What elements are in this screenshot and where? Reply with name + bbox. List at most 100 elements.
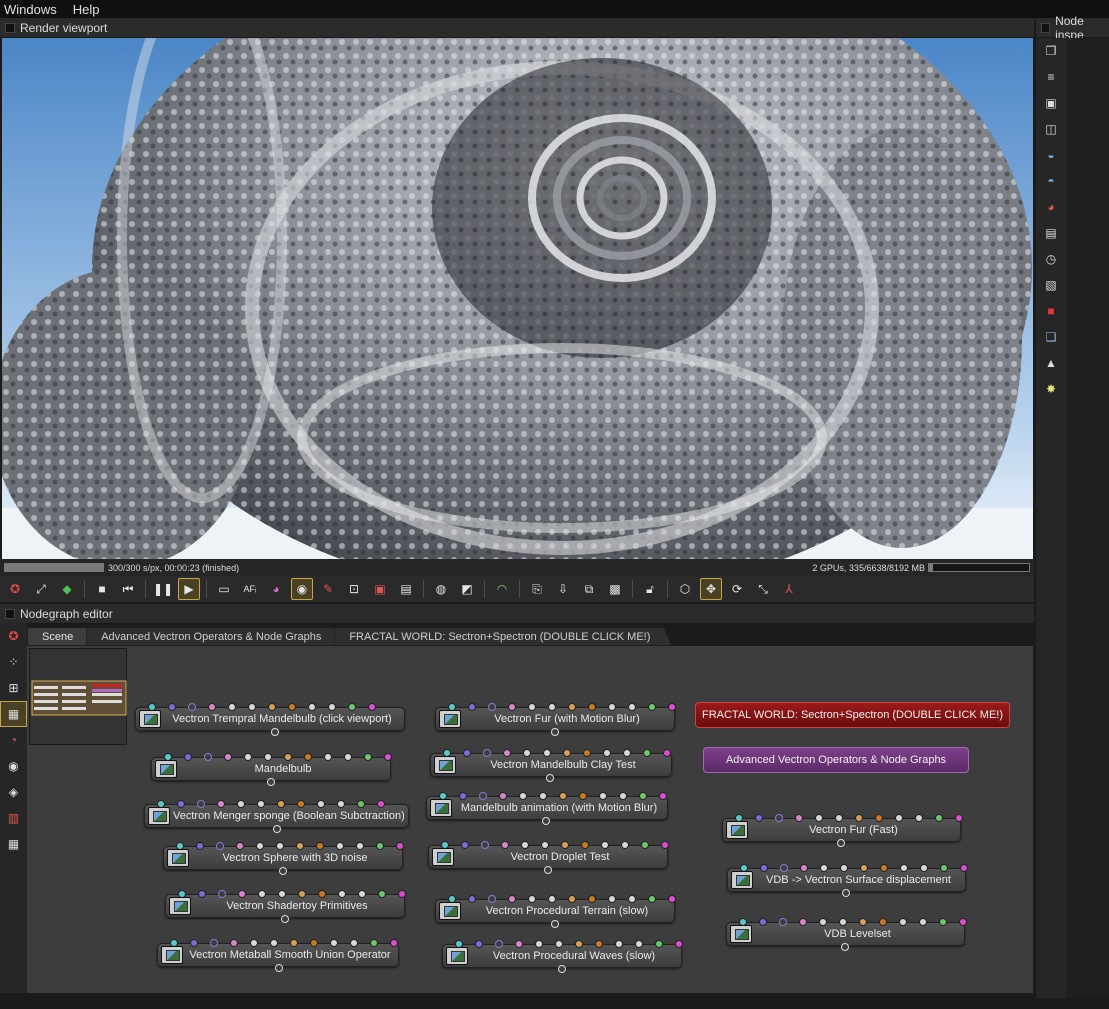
copy-clipboard-icon[interactable]: ⎘: [526, 578, 548, 600]
grid-icon[interactable]: ▦: [0, 831, 27, 857]
render-target-icon: [148, 807, 170, 825]
move-gizmo-icon[interactable]: ✥: [700, 578, 722, 600]
film-region-icon[interactable]: ▤: [395, 578, 417, 600]
graph-node[interactable]: Vectron Shadertoy Primitives: [165, 890, 406, 923]
node-output-pin[interactable]: [546, 774, 554, 782]
node-output-pin[interactable]: [558, 965, 566, 973]
graph-node[interactable]: Vectron Procedural Terrain (slow): [435, 895, 676, 928]
node-output-pin[interactable]: [842, 889, 850, 897]
node-input-pin[interactable]: [960, 864, 968, 872]
autofocus-icon[interactable]: AFᵢ: [239, 578, 261, 600]
light-burst-icon[interactable]: ✸: [1036, 376, 1066, 402]
node-output-pin[interactable]: [275, 964, 283, 972]
post-process-icon[interactable]: ❏: [1036, 324, 1066, 350]
node-label: Vectron Fur (Fast): [809, 824, 898, 836]
film-settings-icon[interactable]: ▤: [1036, 220, 1066, 246]
render-viewport[interactable]: [2, 38, 1033, 559]
panel-menu-square-icon[interactable]: [5, 22, 15, 33]
monitor-icon[interactable]: ▭: [213, 578, 235, 600]
graph-node[interactable]: VDB -> Vectron Surface displacement: [727, 864, 968, 897]
material-node-icon[interactable]: ◔: [0, 727, 27, 753]
pause-icon[interactable]: ❚❚: [152, 578, 174, 600]
geometry-node-icon[interactable]: ◈: [0, 779, 27, 805]
node-output-pin[interactable]: [542, 817, 550, 825]
render-target-icon[interactable]: ▣: [1036, 90, 1066, 116]
imager-icon[interactable]: ▧: [1036, 272, 1066, 298]
color-cube-icon[interactable]: ◆: [56, 578, 78, 600]
graph-node[interactable]: Vectron Droplet Test: [428, 841, 669, 874]
node-output-pin[interactable]: [837, 839, 845, 847]
grid-snap-icon[interactable]: ▥: [0, 805, 27, 831]
graph-node[interactable]: Vectron Fur (Fast): [722, 814, 963, 847]
node-layout-icon[interactable]: ⁘: [0, 649, 27, 675]
animation-clock-icon[interactable]: ◷: [1036, 246, 1066, 272]
graph-node[interactable]: Vectron Procedural Waves (slow): [442, 940, 683, 973]
play-icon[interactable]: ▶: [178, 578, 200, 600]
graph-node[interactable]: Vectron Trempral Mandelbulb (click viewp…: [135, 703, 405, 736]
graph-node[interactable]: VDB Levelset: [726, 918, 967, 951]
layers-icon[interactable]: ❐: [1036, 38, 1066, 64]
frame-all-icon[interactable]: ⊞: [0, 675, 27, 701]
graph-node[interactable]: Mandelbulb animation (with Motion Blur): [426, 792, 668, 825]
node-input-pin[interactable]: [959, 918, 967, 926]
menu-windows[interactable]: Windows: [0, 2, 69, 17]
object-picker-icon[interactable]: ⊡: [343, 578, 365, 600]
material-icon[interactable]: ◕: [1036, 194, 1066, 220]
panel-menu-square-icon[interactable]: [1041, 22, 1051, 33]
nodegraph-minimap[interactable]: [29, 648, 127, 745]
rotate-gizmo-icon[interactable]: ⟳: [726, 578, 748, 600]
background-image-icon[interactable]: ▩: [604, 578, 626, 600]
camera-icon[interactable]: ◫: [1036, 116, 1066, 142]
save-render-icon[interactable]: ⇩: [552, 578, 574, 600]
node-output-pin[interactable]: [271, 728, 279, 736]
fractal-render-image: [2, 38, 1033, 559]
restart-icon[interactable]: ⏮: [117, 578, 139, 600]
wireframe-cube-icon[interactable]: ⬡: [674, 578, 696, 600]
node-output-pin[interactable]: [281, 915, 289, 923]
fullscreen-expand-icon[interactable]: ⤢: [30, 578, 52, 600]
list-collapse-icon[interactable]: ≡: [1036, 64, 1066, 90]
node-output-pin[interactable]: [273, 825, 281, 833]
graph-node[interactable]: Vectron Fur (with Motion Blur): [435, 703, 676, 736]
node-output-pin[interactable]: [544, 866, 552, 874]
tab-fractal-world[interactable]: FRACTAL WORLD: Sectron+Spectron (DOUBLE …: [334, 627, 671, 646]
clay-mode-icon[interactable]: ◍: [430, 578, 452, 600]
tab-scene[interactable]: Scene: [27, 627, 94, 646]
subsample-icon[interactable]: ◩: [456, 578, 478, 600]
menu-help[interactable]: Help: [69, 2, 112, 17]
geometry-icon[interactable]: ◓: [1036, 168, 1066, 194]
texture-node-icon[interactable]: ◉: [0, 753, 27, 779]
node-output-pin[interactable]: [267, 778, 275, 786]
light-picker-icon[interactable]: ✎: [317, 578, 339, 600]
node-output-pin[interactable]: [551, 728, 559, 736]
nodegraph-canvas[interactable]: Vectron Trempral Mandelbulb (click viewp…: [27, 646, 1033, 993]
image-icon[interactable]: ▲: [1036, 350, 1066, 376]
stop-icon[interactable]: ■: [91, 578, 113, 600]
node-output-pin[interactable]: [841, 943, 849, 951]
advanced-vectron-macro-node[interactable]: Advanced Vectron Operators & Node Graphs: [703, 747, 969, 773]
red-cube-icon[interactable]: ■: [1036, 298, 1066, 324]
node-input-pin[interactable]: [955, 814, 963, 822]
node-output-pin[interactable]: [279, 867, 287, 875]
reset-view-icon[interactable]: ✪: [0, 623, 27, 649]
region-select-icon[interactable]: ▣: [369, 578, 391, 600]
environment-icon[interactable]: ◒: [1036, 142, 1066, 168]
scale-gizmo-icon[interactable]: ⤡: [752, 578, 774, 600]
node-output-pin[interactable]: [551, 920, 559, 928]
graph-node[interactable]: Vectron Mandelbulb Clay Test: [430, 749, 672, 782]
lock-icon[interactable]: 🔓︎: [639, 578, 661, 600]
tab-advanced-vectron[interactable]: Advanced Vectron Operators & Node Graphs: [86, 627, 342, 646]
graph-node[interactable]: Mandelbulb: [151, 753, 392, 786]
graph-node[interactable]: Vectron Menger sponge (Boolean Subctract…: [144, 800, 409, 833]
export-passes-icon[interactable]: ⧉: [578, 578, 600, 600]
world-axes-icon[interactable]: ⅄: [778, 578, 800, 600]
reset-camera-icon[interactable]: ✪: [4, 578, 26, 600]
fractal-world-macro-node[interactable]: FRACTAL WORLD: Sectron+Spectron (DOUBLE …: [695, 702, 1010, 728]
material-picker-icon[interactable]: ◉: [291, 578, 313, 600]
node-graph-icon[interactable]: ▦: [0, 701, 27, 727]
color-picker-icon[interactable]: ◕: [265, 578, 287, 600]
graph-node[interactable]: Vectron Metaball Smooth Union Operator: [157, 939, 399, 972]
panel-menu-square-icon[interactable]: [5, 608, 15, 619]
graph-node[interactable]: Vectron Sphere with 3D noise: [163, 842, 404, 875]
render-priority-gauge-icon[interactable]: ◠: [491, 578, 513, 600]
